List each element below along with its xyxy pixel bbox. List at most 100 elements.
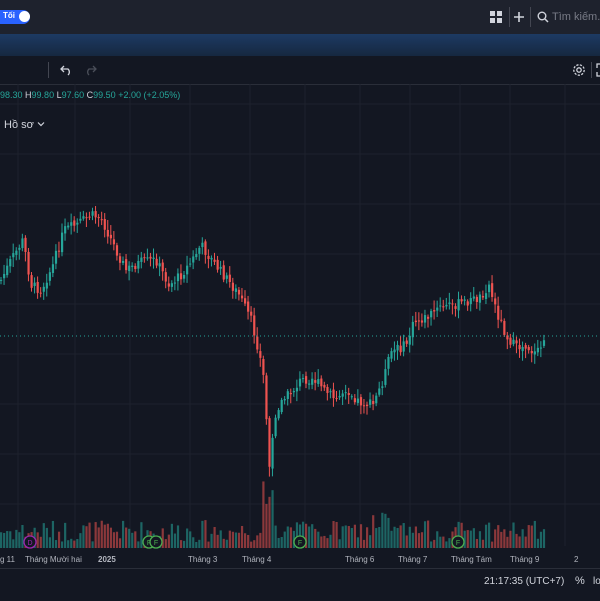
volume-bar: [91, 541, 94, 548]
volume-bar: [472, 528, 475, 548]
candle-body: [411, 321, 414, 338]
earnings-marker[interactable]: F: [149, 535, 163, 549]
volume-bar: [484, 524, 488, 548]
candle-body: [61, 232, 64, 253]
candle-body: [329, 391, 332, 393]
candle-body: [0, 279, 3, 281]
candle-body: [57, 250, 61, 252]
volume-bar: [326, 538, 329, 548]
candle-body: [210, 257, 213, 260]
volume-bar: [366, 527, 369, 548]
candle-body: [451, 303, 454, 305]
candle-body: [228, 274, 231, 283]
volume-bar: [207, 541, 210, 548]
volume-bar: [280, 537, 283, 548]
settings-gear-icon[interactable]: [572, 63, 586, 77]
volume-bar: [497, 525, 500, 548]
theme-toggle-knob[interactable]: [19, 11, 30, 22]
volume-bar: [250, 541, 253, 548]
svg-text:F: F: [298, 540, 302, 547]
volume-bar: [265, 503, 268, 548]
volume-bar: [417, 533, 421, 548]
volume-bar: [274, 525, 277, 548]
volume-bar: [356, 537, 360, 548]
candle-body: [67, 225, 70, 228]
log-scale-toggle[interactable]: lo: [593, 576, 600, 587]
volume-bar: [12, 539, 15, 548]
candle-body: [125, 259, 128, 271]
candle-body: [42, 286, 45, 292]
candle-body: [88, 216, 91, 218]
volume-bar: [21, 524, 24, 548]
candle-body: [445, 304, 448, 307]
candle-body: [335, 398, 338, 400]
candle-body: [463, 299, 466, 301]
volume-bar: [494, 529, 497, 548]
volume-bar: [512, 522, 515, 548]
earnings-marker[interactable]: F: [451, 535, 465, 549]
candle-body: [225, 275, 228, 279]
volume-bar: [491, 541, 494, 548]
price-chart[interactable]: D F F F Fg 11 Tháng Mười hai 2025 Tháng 3 Tháng …: [0, 84, 600, 568]
candle-body: [173, 282, 177, 284]
candle-body: [106, 229, 109, 237]
volume-bar: [488, 522, 491, 548]
volume-bar: [42, 523, 45, 548]
volume-bar: [393, 526, 396, 548]
candle-body: [33, 282, 36, 287]
volume-bar: [283, 531, 286, 548]
candle-body: [198, 247, 201, 254]
volume-bar: [527, 525, 530, 548]
x-axis-label: Tháng Tám: [451, 555, 492, 564]
volume-bar: [430, 541, 433, 548]
add-icon[interactable]: [509, 7, 529, 27]
redo-icon[interactable]: [84, 64, 97, 76]
percent-scale-toggle[interactable]: %: [575, 575, 585, 587]
layout-grid-icon[interactable]: [486, 7, 506, 27]
volume-bar: [192, 537, 195, 548]
volume-bar: [195, 541, 198, 548]
undo-icon[interactable]: [60, 64, 73, 76]
candle-body: [15, 250, 18, 255]
volume-bar: [277, 537, 280, 548]
candle-body: [216, 259, 219, 270]
volume-bar: [506, 536, 509, 548]
earnings-marker[interactable]: F: [293, 535, 307, 549]
volume-bar: [408, 526, 411, 548]
x-axis-label: Tháng Mười hai: [25, 555, 82, 564]
candle-body: [109, 234, 112, 239]
candle-body: [143, 257, 146, 259]
volume-bar: [170, 523, 173, 548]
clock-timezone[interactable]: 21:17:35 (UTC+7): [484, 576, 564, 587]
volume-bar: [228, 530, 231, 548]
candle-body: [472, 296, 475, 299]
candle-body: [36, 281, 39, 293]
volume-bar: [82, 525, 85, 548]
candle-body: [201, 242, 204, 248]
volume-bar: [353, 524, 356, 548]
candle-body: [420, 320, 424, 323]
volume-bar: [542, 529, 546, 548]
change-value: +2.00 (+2.05%): [118, 90, 181, 100]
candle-body: [326, 386, 329, 393]
volume-bar: [64, 522, 67, 548]
low-value: 97.60: [61, 90, 85, 100]
candle-body: [186, 265, 189, 275]
fullscreen-icon[interactable]: [596, 63, 600, 77]
candle-body: [70, 222, 73, 226]
candle-body: [152, 257, 155, 260]
candle-body: [24, 237, 27, 253]
volume-bar: [0, 532, 3, 548]
candle-body: [237, 289, 241, 295]
volume-bar: [420, 532, 424, 548]
volume-bar: [329, 534, 332, 548]
candle-body: [179, 273, 183, 280]
candle-body: [423, 315, 427, 323]
candle-body: [149, 256, 152, 259]
candle-body: [466, 301, 469, 306]
volume-bar: [445, 541, 448, 548]
volume-bar: [225, 539, 228, 548]
dividend-marker[interactable]: D: [23, 535, 37, 549]
candle-body: [509, 337, 512, 345]
candle-body: [27, 251, 30, 275]
